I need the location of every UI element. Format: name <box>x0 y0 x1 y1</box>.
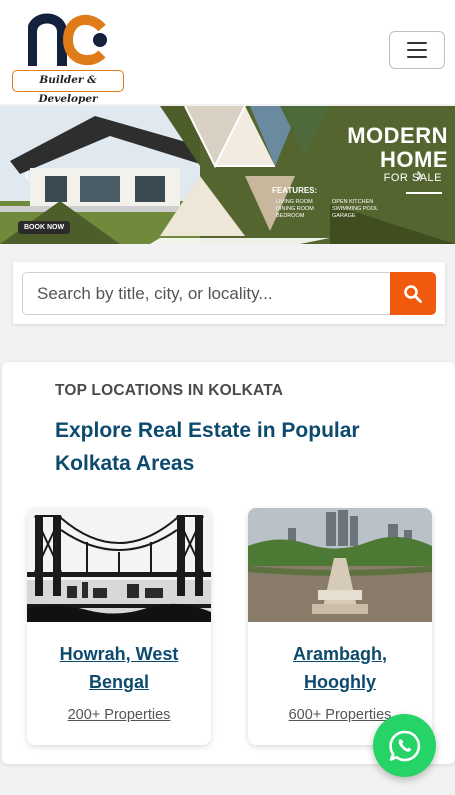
logo[interactable]: Builder & Developer <box>12 8 124 105</box>
menu-button[interactable] <box>389 31 445 69</box>
section-heading: Explore Real Estate in Popular Kolkata A… <box>55 419 360 475</box>
top-locations-section: TOP LOCATIONS IN KOLKATA Explore Real Es… <box>2 362 455 764</box>
chevron-right-icon[interactable]: › <box>416 164 423 187</box>
search-icon <box>404 284 422 303</box>
whatsapp-button[interactable] <box>373 714 436 777</box>
location-count-link[interactable]: 200+ Properties <box>27 707 211 723</box>
search-bar <box>13 262 445 324</box>
whatsapp-icon <box>388 730 420 761</box>
location-card-howrah[interactable]: Howrah, West Bengal 200+ Properties <box>27 508 211 745</box>
banner-features-right: OPEN KITCHEN SWIMMING POOL GARAGE <box>332 199 379 219</box>
logo-text: Builder & Developer <box>12 70 124 105</box>
search-button[interactable] <box>390 272 436 315</box>
banner-features-left: LIVING ROOM DINING ROOM BEDROOM <box>276 199 314 219</box>
banner-title: MODERN HOME <box>347 123 448 172</box>
location-name-link[interactable]: Howrah, West Bengal <box>37 640 201 696</box>
arambagh-image <box>248 508 432 622</box>
banner-subtitle: FOR SALE <box>383 172 442 184</box>
section-eyebrow: TOP LOCATIONS IN KOLKATA <box>55 382 284 399</box>
howrah-bridge-image <box>27 508 211 622</box>
hero-banner[interactable]: MODERN HOME FOR SALE FEATURES: LIVING RO… <box>0 106 455 244</box>
banner-features-title: FEATURES: <box>272 186 318 195</box>
location-card-arambagh[interactable]: Arambagh, Hooghly 600+ Properties <box>248 508 432 745</box>
site-header: Builder & Developer <box>0 0 455 105</box>
book-now-button[interactable]: BOOK NOW <box>18 221 71 234</box>
search-input[interactable] <box>22 272 390 315</box>
logo-mark-icon <box>28 13 107 66</box>
chevron-left-icon[interactable]: ‹ <box>24 164 31 187</box>
banner-divider <box>406 192 442 194</box>
hamburger-icon <box>407 42 427 44</box>
location-name-link[interactable]: Arambagh, Hooghly <box>258 640 422 696</box>
